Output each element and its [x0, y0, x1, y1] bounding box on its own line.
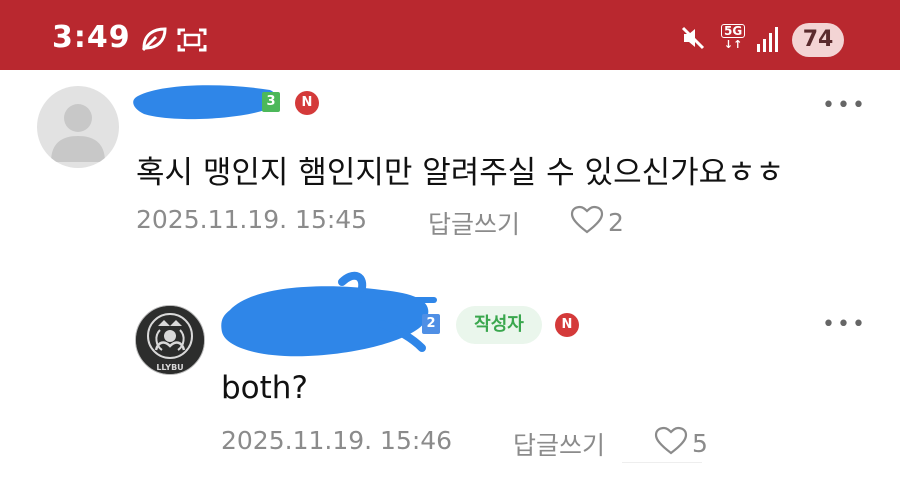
more-options-button[interactable]: •••	[822, 95, 867, 117]
network-type-label: 5G	[721, 24, 746, 38]
heart-icon	[570, 205, 604, 234]
battery-indicator: 74	[792, 23, 844, 57]
status-time: 3:49	[52, 20, 131, 55]
network-type-indicator: 5G ↓↑	[721, 24, 746, 51]
reply-button[interactable]: 답글쓰기	[513, 426, 605, 462]
author-name-redacted[interactable]	[130, 78, 280, 126]
default-avatar-icon	[51, 104, 105, 162]
comment-text: 혹시 맹인지 햄인지만 알려주실 수 있으신가요ㅎㅎ	[136, 155, 785, 191]
author-badge: 작성자	[456, 306, 542, 344]
avatar[interactable]: LLYBU	[135, 305, 205, 375]
avatar[interactable]	[37, 86, 119, 168]
level-badge: 2	[422, 314, 440, 334]
mute-icon	[680, 25, 706, 55]
like-button[interactable]: 2	[570, 205, 624, 237]
comment-date: 2025.11.19. 15:46	[221, 426, 453, 455]
level-badge: 3	[262, 92, 280, 112]
author-name-redacted[interactable]	[212, 270, 442, 370]
comment-date: 2025.11.19. 15:45	[136, 205, 368, 234]
reply-button[interactable]: 답글쓰기	[428, 205, 520, 241]
like-button[interactable]: 5	[654, 426, 708, 458]
status-bar: 3:49 5G ↓↑ 74	[0, 0, 900, 70]
new-badge: N	[295, 91, 319, 115]
like-count: 5	[692, 429, 708, 458]
signal-icon	[756, 24, 782, 58]
siren-logo-icon: LLYBU	[136, 306, 204, 374]
more-options-button[interactable]: •••	[822, 314, 867, 336]
divider	[622, 462, 702, 463]
data-arrows-icon: ↓↑	[723, 38, 743, 51]
leaf-icon	[140, 26, 168, 56]
svg-text:LLYBU: LLYBU	[156, 363, 183, 372]
like-count: 2	[608, 208, 624, 237]
comment-text: both?	[221, 370, 308, 406]
screen-record-icon	[176, 26, 208, 58]
heart-icon	[654, 426, 688, 455]
new-badge: N	[555, 313, 579, 337]
